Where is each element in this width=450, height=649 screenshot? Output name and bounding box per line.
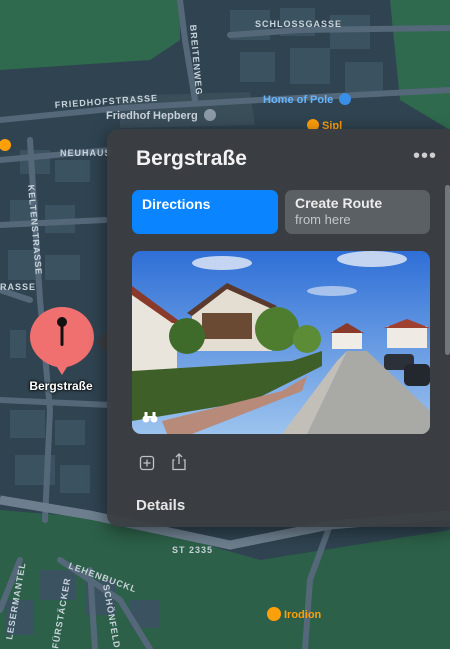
plus-square-icon[interactable] — [139, 455, 155, 471]
location-pin[interactable] — [29, 304, 95, 378]
street-label: ST 2335 — [172, 545, 213, 555]
create-route-button[interactable]: Create Route from here — [285, 190, 430, 234]
more-options-button[interactable]: ••• — [413, 146, 437, 167]
share-icon[interactable] — [171, 453, 187, 471]
pin-label: Bergstraße — [29, 379, 93, 393]
place-title: Bergstraße — [136, 147, 247, 170]
directions-label: Directions — [142, 196, 211, 212]
poi-cemetery-label[interactable]: Friedhof Hepberg — [106, 110, 198, 122]
street-label: SCHLOSSGASSE — [255, 19, 342, 29]
street-label: RASSE — [0, 282, 36, 292]
binoculars-icon[interactable] — [142, 411, 158, 426]
directions-button[interactable]: Directions — [132, 190, 278, 234]
home-icon[interactable] — [339, 93, 351, 105]
street-label: NEUHAUS — [60, 148, 112, 158]
create-route-label: Create Route — [295, 195, 383, 211]
restaurant-icon[interactable] — [267, 607, 281, 621]
scrollbar[interactable] — [445, 185, 450, 355]
poi-home-label[interactable]: Home of Pole — [263, 94, 333, 106]
details-heading: Details — [136, 497, 186, 514]
place-card: Bergstraße ••• Directions Create Route f… — [107, 129, 450, 527]
look-around-preview[interactable] — [132, 251, 430, 434]
cemetery-icon[interactable] — [204, 109, 216, 121]
poi-irodion-label[interactable]: Irodion — [284, 609, 322, 621]
create-route-sublabel: from here — [295, 212, 351, 227]
